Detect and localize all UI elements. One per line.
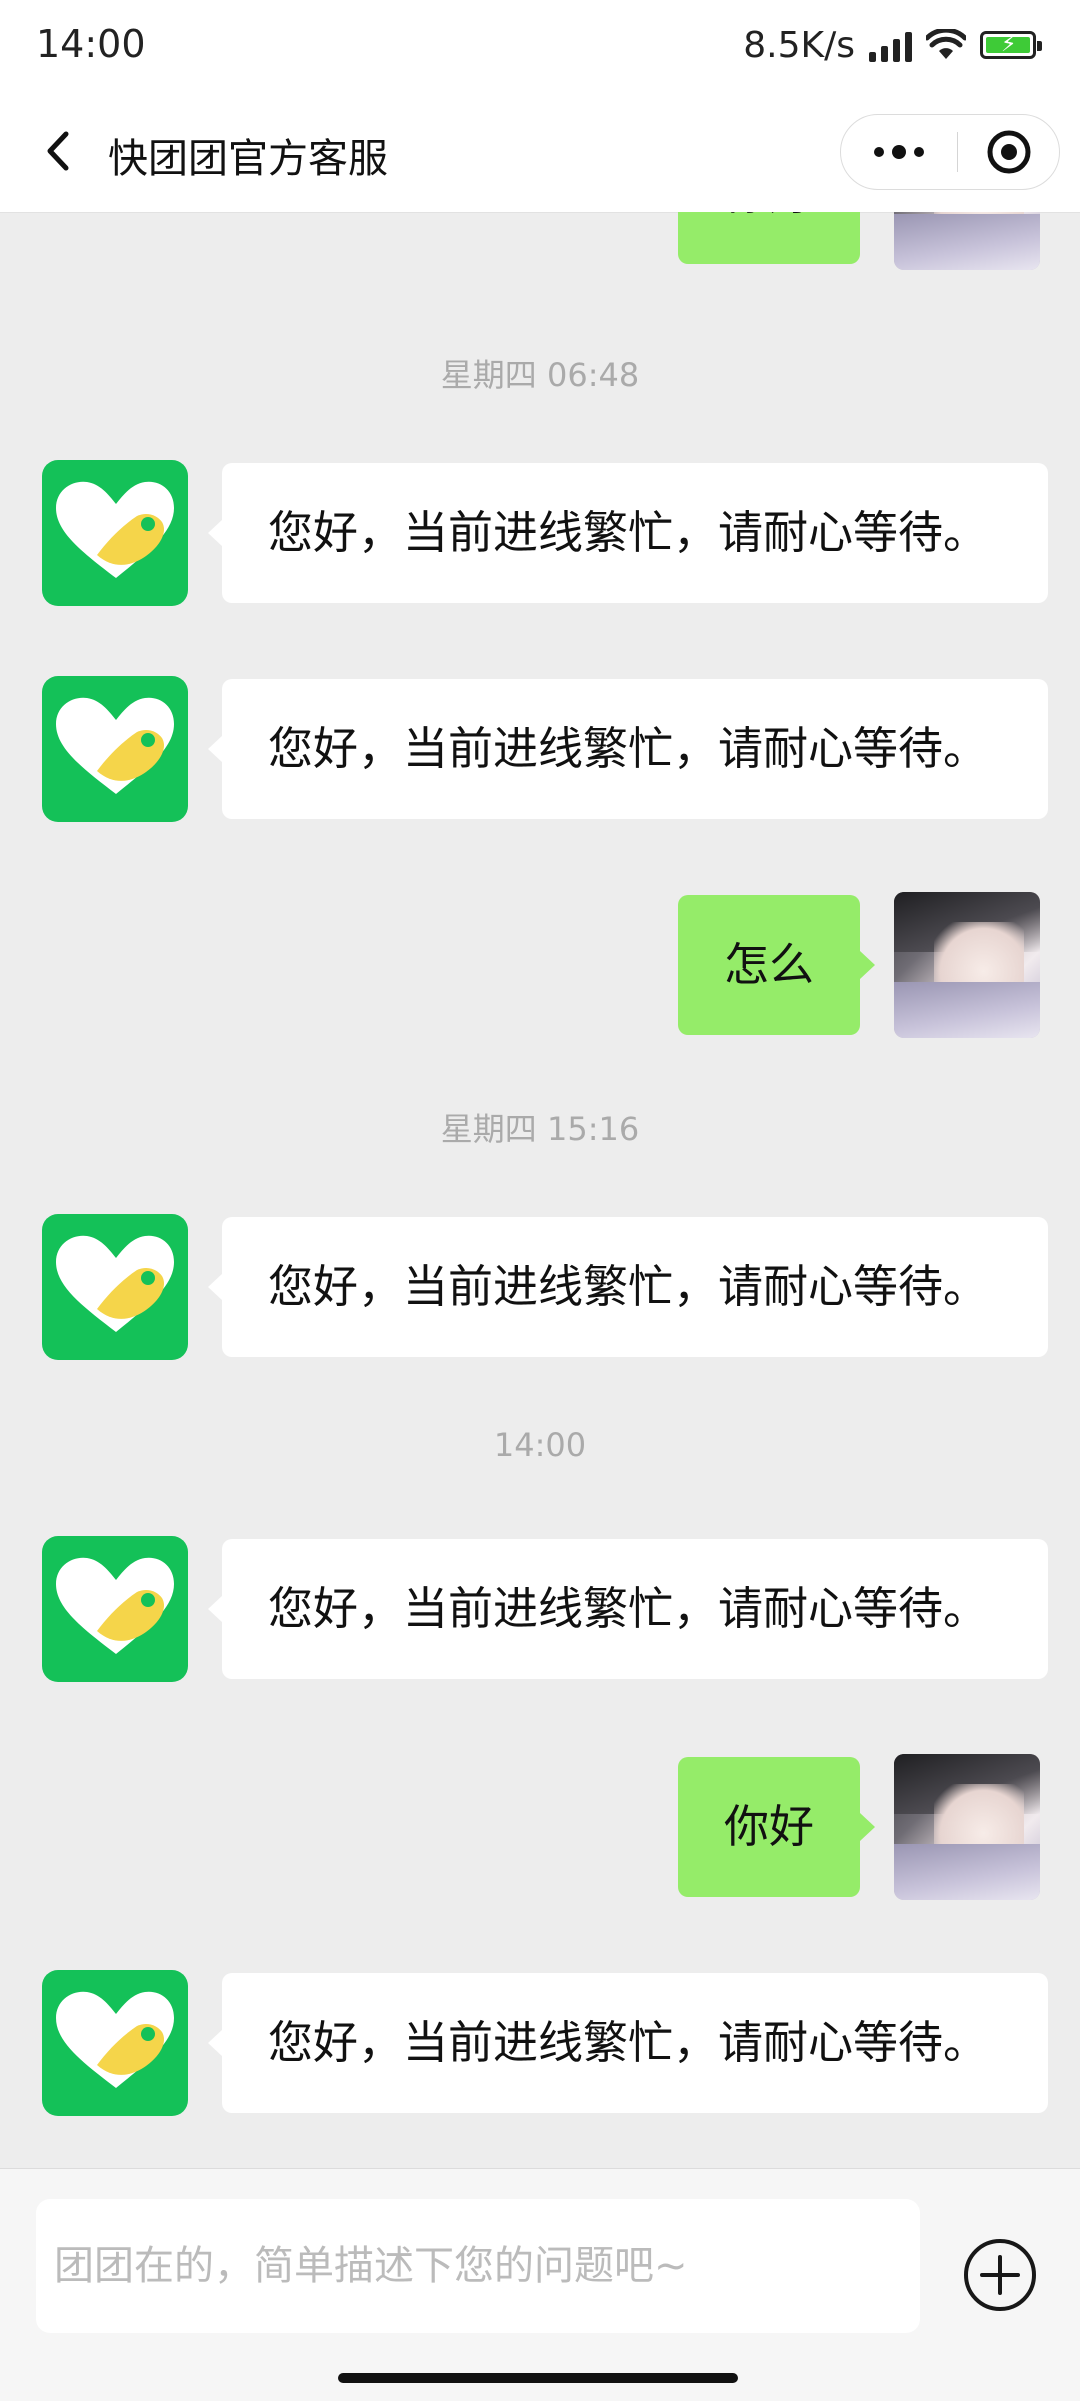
more-dots-icon bbox=[874, 145, 924, 159]
message-timestamp: 14:00 bbox=[493, 1426, 587, 1464]
kuaituantuan-logo-icon bbox=[56, 1557, 174, 1654]
bot-avatar[interactable] bbox=[42, 1214, 188, 1360]
kuaituantuan-logo-icon bbox=[56, 1235, 174, 1332]
user-avatar[interactable] bbox=[894, 212, 1040, 270]
signal-icon bbox=[869, 28, 912, 62]
mini-program-capsule bbox=[840, 114, 1060, 190]
outgoing-bubble[interactable]: 你好 bbox=[678, 212, 860, 264]
incoming-bubble[interactable]: 您好，当前进线繁忙，请耐心等待。 bbox=[208, 1217, 1048, 1357]
bot-avatar[interactable] bbox=[42, 676, 188, 822]
incoming-bubble[interactable]: 您好，当前进线繁忙，请耐心等待。 bbox=[208, 463, 1048, 603]
status-bar: 14:00 8.5K/s ⚡ bbox=[0, 0, 1080, 90]
user-avatar[interactable] bbox=[894, 1754, 1040, 1900]
status-icons: 8.5K/s ⚡ bbox=[743, 22, 1042, 68]
kuaituantuan-logo-icon bbox=[56, 481, 174, 578]
target-circle-icon bbox=[987, 130, 1030, 174]
bot-avatar[interactable] bbox=[42, 1970, 188, 2116]
kuaituantuan-logo-icon bbox=[56, 1991, 174, 2088]
close-button[interactable] bbox=[958, 115, 1059, 189]
message-timestamp: 星期四 06:48 bbox=[440, 356, 640, 394]
message-input[interactable]: 团团在的，简单描述下您的问题吧~ bbox=[36, 2199, 920, 2333]
network-speed: 8.5K/s bbox=[743, 24, 855, 66]
back-button[interactable] bbox=[30, 120, 90, 182]
status-time: 14:00 bbox=[36, 22, 146, 66]
bot-avatar[interactable] bbox=[42, 460, 188, 606]
page-title: 快团团官方客服 bbox=[108, 136, 388, 182]
outgoing-bubble[interactable]: 你好 bbox=[678, 1757, 875, 1897]
wifi-icon bbox=[926, 29, 966, 59]
more-button[interactable] bbox=[841, 115, 957, 189]
chat-area[interactable]: 你好 星期四 06:48 您好，当前进线繁忙，请耐心等待。 您好，当前进线繁忙，… bbox=[0, 212, 1080, 2168]
incoming-bubble[interactable]: 您好，当前进线繁忙，请耐心等待。 bbox=[208, 1973, 1048, 2113]
battery-charging-icon: ⚡ bbox=[980, 31, 1042, 59]
incoming-bubble[interactable]: 您好，当前进线繁忙，请耐心等待。 bbox=[208, 679, 1048, 819]
kuaituantuan-logo-icon bbox=[56, 697, 174, 794]
chevron-left-icon bbox=[47, 131, 69, 171]
outgoing-bubble[interactable]: 怎么 bbox=[678, 895, 875, 1035]
navigation-bar: 快团团官方客服 bbox=[0, 90, 1080, 213]
user-avatar[interactable] bbox=[894, 892, 1040, 1038]
incoming-bubble[interactable]: 您好，当前进线繁忙，请耐心等待。 bbox=[208, 1539, 1048, 1679]
plus-circle-icon bbox=[964, 2239, 1036, 2311]
bot-avatar[interactable] bbox=[42, 1536, 188, 1682]
message-timestamp: 星期四 15:16 bbox=[440, 1110, 640, 1148]
add-attachment-button[interactable] bbox=[962, 2237, 1038, 2313]
home-indicator[interactable] bbox=[338, 2373, 738, 2383]
input-bar: 团团在的，简单描述下您的问题吧~ bbox=[0, 2168, 1080, 2401]
